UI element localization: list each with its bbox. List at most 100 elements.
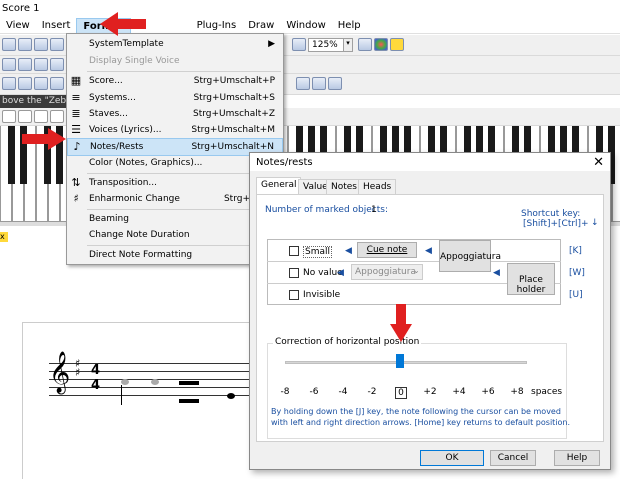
red-arrow-icon <box>22 128 66 150</box>
tick-label: +8 <box>510 387 524 397</box>
score-icon: ▦ <box>70 74 82 87</box>
menu-item-systemtemplate[interactable]: SystemTemplate ▶ <box>67 36 283 53</box>
arrow-left-icon-2: ◀ <box>425 246 432 256</box>
tab-panel-general: Number of marked objects: 1 Shortcut key… <box>256 194 604 442</box>
menu-item-display-single-voice: Display Single Voice <box>89 56 180 66</box>
voices-icon: ☰ <box>71 123 81 136</box>
menubar: View Insert Format Plug-Ins Draw Window … <box>0 18 620 34</box>
menu-window[interactable]: Window <box>280 18 331 34</box>
status-info: bove the "Zebra <box>0 95 68 108</box>
position-slider[interactable] <box>396 354 404 368</box>
star-icon[interactable] <box>328 77 342 90</box>
red-arrow-icon <box>100 12 146 36</box>
zoom-icon[interactable] <box>292 38 306 51</box>
tick-label: +6 <box>481 387 495 397</box>
save-icon[interactable] <box>2 38 16 51</box>
invisible-checkbox[interactable] <box>289 290 299 300</box>
position-slider-track[interactable] <box>285 361 527 364</box>
lyrics-icon[interactable] <box>312 77 326 90</box>
dialog-title: Notes/rests <box>250 153 610 171</box>
close-icon[interactable]: ✕ <box>593 155 604 170</box>
arrow-left-icon: ◀ <box>345 246 352 256</box>
arrow-left-icon-4: ◀ <box>493 268 500 278</box>
tick-label-current: 0 <box>395 387 407 399</box>
appoggiatura-button[interactable]: Appoggiatura <box>439 240 501 272</box>
menu-item-systems[interactable]: ≡ Systems... Strg+Umschalt+S <box>67 90 283 107</box>
duration-icon[interactable] <box>296 77 310 90</box>
tool-icon-d[interactable] <box>50 58 64 71</box>
tab-notes[interactable]: Notes <box>326 179 362 195</box>
menu-item-voices[interactable]: ☰ Voices (Lyrics)... Strg+Umschalt+M <box>67 122 283 139</box>
tool-icon-f[interactable] <box>34 77 48 90</box>
note-icon-4[interactable] <box>50 110 64 123</box>
key-signature: ♯ ♯ <box>75 357 81 379</box>
tick-label: +2 <box>423 387 437 397</box>
tick-label: -2 <box>367 387 377 397</box>
tick-label: +4 <box>452 387 466 397</box>
note-icon-1[interactable] <box>2 110 16 123</box>
menu-insert[interactable]: Insert <box>36 18 77 34</box>
arrow-left-icon-3: ◀ <box>337 268 344 278</box>
place-holder-button[interactable]: Place holder <box>507 263 555 295</box>
tick-label: -8 <box>280 387 290 397</box>
note-icon-2[interactable] <box>18 110 32 123</box>
tick-label: -6 <box>309 387 319 397</box>
menu-draw[interactable]: Draw <box>242 18 280 34</box>
tool-icon-a[interactable] <box>2 58 16 71</box>
color-icon[interactable] <box>374 38 388 51</box>
brush-icon[interactable] <box>390 38 404 51</box>
menu-plugins[interactable]: Plug-Ins <box>191 18 243 34</box>
key-w: [W] <box>569 268 585 278</box>
ok-button[interactable]: OK <box>420 450 484 466</box>
enharmonic-icon: ♯ <box>73 192 79 205</box>
note-stem <box>121 385 122 405</box>
tab-heads[interactable]: Heads <box>358 179 397 195</box>
key-u: [U] <box>569 290 583 300</box>
print-icon[interactable] <box>18 38 32 51</box>
cue-note[interactable] <box>121 379 129 385</box>
transposition-icon: ⇅ <box>71 176 81 189</box>
chord-icon[interactable] <box>2 77 16 90</box>
small-checkbox[interactable] <box>289 246 299 256</box>
staves-icon: ≣ <box>71 107 81 120</box>
score-page: 𝄞 ♯ ♯ 44 <box>22 322 262 479</box>
note[interactable] <box>151 379 159 385</box>
note-2[interactable] <box>227 393 235 399</box>
cancel-button[interactable]: Cancel <box>490 450 536 466</box>
zoom-dropdown-icon[interactable]: ▾ <box>343 38 353 52</box>
view-icon[interactable] <box>34 38 48 51</box>
small-label[interactable]: Small <box>303 246 332 258</box>
systems-icon: ≡ <box>71 91 81 104</box>
tool-icon-b[interactable] <box>18 58 32 71</box>
treble-clef-icon: 𝄞 <box>49 352 71 393</box>
select-dropdown-icon: ⌄ <box>413 266 420 275</box>
marked-label: Number of marked objects: <box>265 205 388 215</box>
close-tab-icon[interactable]: x <box>0 232 8 242</box>
menu-view[interactable]: View <box>0 18 36 34</box>
beamed-notes[interactable] <box>179 381 199 403</box>
menu-item-score[interactable]: ▦ Score... Strg+Umschalt+P <box>67 73 283 90</box>
window-title: Score 1 <box>0 0 620 18</box>
page-view-icon[interactable] <box>358 38 372 51</box>
note-icon-3[interactable] <box>34 110 48 123</box>
undo-icon[interactable] <box>50 38 64 51</box>
no-value-checkbox[interactable] <box>289 268 299 278</box>
time-signature: 44 <box>91 363 101 393</box>
tool-icon-e[interactable] <box>18 77 32 90</box>
shortcut-label: Shortcut key: <box>521 209 581 219</box>
cue-note-button[interactable]: Cue note <box>357 242 417 258</box>
menu-help[interactable]: Help <box>332 18 367 34</box>
note-icon: ♪ <box>73 140 81 153</box>
help-button[interactable]: Help <box>554 450 600 466</box>
tab-general[interactable]: General <box>256 177 302 195</box>
down-arrow-icon: ↓ <box>591 218 599 228</box>
tool-icon-c[interactable] <box>34 58 48 71</box>
piano-black-key[interactable] <box>8 126 15 184</box>
hint-line-1: By holding down the [J] key, the note fo… <box>271 407 561 416</box>
menu-item-staves[interactable]: ≣ Staves... Strg+Umschalt+Z <box>67 106 283 123</box>
key-k: [K] <box>569 246 582 256</box>
tick-label: -4 <box>338 387 348 397</box>
hint-line-2: with left and right direction arrows. [H… <box>271 418 571 427</box>
invisible-label[interactable]: Invisible <box>303 290 340 300</box>
tool-icon-g[interactable] <box>50 77 64 90</box>
